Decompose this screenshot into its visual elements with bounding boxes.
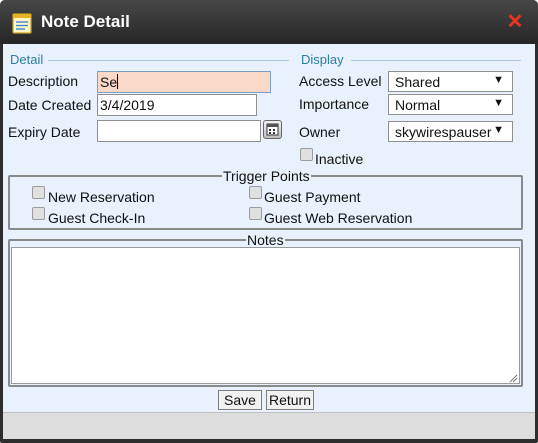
new-reservation-label: New Reservation [48, 189, 155, 205]
detail-divider [48, 60, 289, 61]
chevron-down-icon: ▼ [493, 97, 504, 109]
owner-value: skywirespauser [395, 124, 492, 140]
chevron-down-icon: ▼ [493, 124, 504, 136]
importance-value: Normal [395, 97, 441, 113]
access-level-value: Shared [395, 74, 441, 90]
owner-select[interactable]: skywirespauser ▼ [388, 121, 513, 142]
dialog-footer [3, 412, 535, 439]
notepad-icon [12, 13, 32, 34]
importance-select[interactable]: Normal ▼ [388, 94, 513, 115]
new-reservation-checkbox[interactable] [32, 186, 45, 199]
guest-web-reservation-checkbox[interactable] [249, 207, 262, 220]
save-button[interactable]: Save [218, 390, 262, 410]
expiry-date-input[interactable] [97, 120, 261, 142]
access-level-label: Access Level [299, 73, 382, 89]
display-section-title: Display [301, 52, 344, 67]
calendar-icon[interactable] [263, 120, 282, 139]
guest-web-reservation-label: Guest Web Reservation [264, 210, 413, 226]
expiry-date-label: Expiry Date [8, 124, 81, 140]
guest-payment-checkbox[interactable] [249, 186, 262, 199]
inactive-checkbox[interactable] [300, 148, 313, 161]
access-level-select[interactable]: Shared ▼ [388, 71, 513, 92]
trigger-points-title: Trigger Points [222, 168, 311, 184]
guest-check-in-checkbox[interactable] [32, 207, 45, 220]
description-label: Description [8, 73, 79, 89]
guest-payment-label: Guest Payment [264, 189, 361, 205]
display-divider [351, 60, 521, 61]
text-caret [117, 74, 119, 89]
return-button[interactable]: Return [266, 390, 314, 410]
resize-grip-icon[interactable] [508, 373, 518, 383]
notes-textarea[interactable] [11, 247, 520, 384]
importance-label: Importance [299, 96, 370, 112]
dialog-title: Note Detail [41, 12, 130, 31]
close-icon[interactable]: ✕ [506, 12, 524, 32]
calendar-glyph [266, 123, 279, 136]
owner-label: Owner [299, 124, 341, 140]
title-bar[interactable]: Note Detail ✕ [0, 0, 538, 44]
note-detail-dialog: Note Detail ✕ Detail Description Se Date… [0, 0, 538, 443]
dialog-body: Detail Description Se Date Created 3/4/2… [3, 44, 535, 412]
detail-section-title: Detail [10, 52, 44, 67]
date-created-input[interactable]: 3/4/2019 [97, 94, 257, 116]
notes-title: Notes [246, 232, 285, 248]
date-created-label: Date Created [8, 97, 92, 113]
guest-check-in-label: Guest Check-In [48, 210, 146, 226]
chevron-down-icon: ▼ [493, 74, 504, 86]
inactive-label: Inactive [315, 151, 364, 167]
description-input[interactable]: Se [97, 71, 271, 93]
